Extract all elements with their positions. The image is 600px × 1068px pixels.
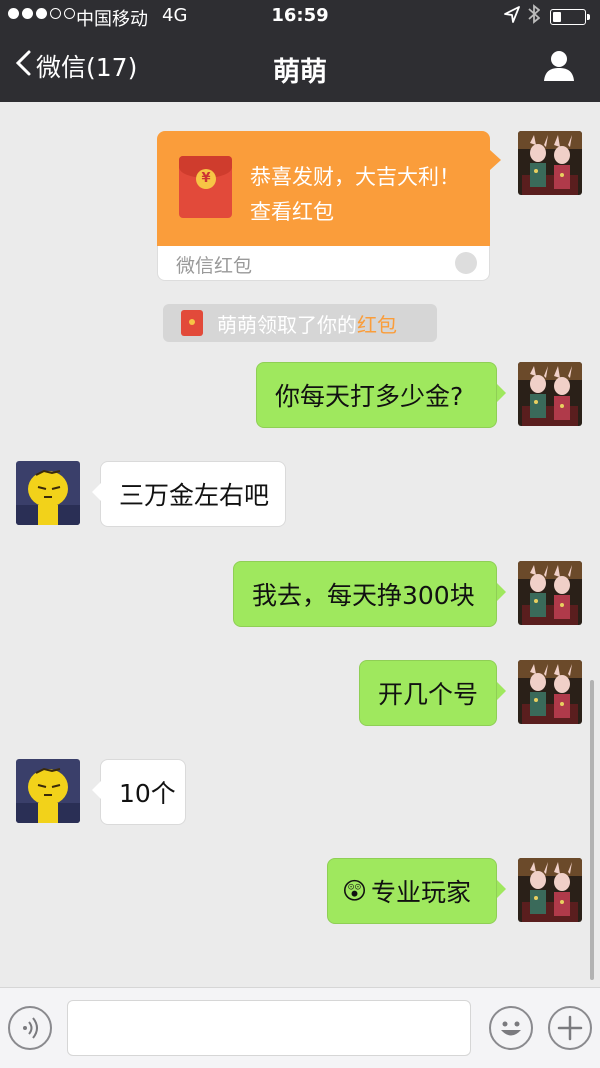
red-packet-link[interactable]: 红包 xyxy=(357,309,397,338)
red-packet-greeting: 恭喜发财，大吉大利！ xyxy=(250,165,460,189)
contact-avatar[interactable] xyxy=(16,759,80,823)
red-envelope-icon: ¥ xyxy=(179,156,232,218)
more-button[interactable] xyxy=(548,1006,592,1050)
bubble-tail xyxy=(497,583,506,601)
wechat-logo-icon xyxy=(455,252,477,274)
message-text: 开几个号 xyxy=(378,680,479,709)
red-packet-action: 查看红包 xyxy=(250,200,334,224)
voice-button[interactable] xyxy=(8,1006,52,1050)
red-packet-message[interactable]: ¥ 恭喜发财，大吉大利！ 查看红包 微信红包 xyxy=(157,131,490,281)
my-avatar[interactable] xyxy=(518,858,582,922)
voice-icon xyxy=(23,1017,38,1039)
bubble-tail xyxy=(497,682,506,700)
scrollbar[interactable] xyxy=(590,680,594,980)
red-packet-label: 微信红包 xyxy=(176,255,253,277)
message-text: 10个 xyxy=(119,779,176,808)
my-avatar[interactable] xyxy=(518,561,582,625)
message-bubble-sent[interactable]: 你每天打多少金? xyxy=(256,362,497,428)
battery-icon xyxy=(550,9,590,25)
my-avatar[interactable] xyxy=(518,660,582,724)
bubble-tail xyxy=(92,483,101,501)
input-bar xyxy=(0,987,600,1068)
bubble-tail xyxy=(497,880,506,898)
chat-title: 萌萌 xyxy=(273,57,327,88)
message-bubble-sent[interactable]: 开几个号 xyxy=(359,660,497,726)
smiley-icon xyxy=(501,1021,521,1036)
message-text: 你每天打多少金? xyxy=(275,382,464,411)
bubble-tail xyxy=(490,150,501,170)
red-packet-card: ¥ 恭喜发财，大吉大利！ 查看红包 xyxy=(157,131,490,246)
system-notice: 萌萌领取了你的 红包 xyxy=(163,304,437,342)
bubble-tail xyxy=(497,384,506,402)
message-bubble-sent[interactable]: 我去，每天挣300块 xyxy=(233,561,497,627)
emoji-button[interactable] xyxy=(489,1006,533,1050)
surprised-emoji-icon: 😲 xyxy=(342,877,368,905)
contact-avatar[interactable] xyxy=(16,461,80,525)
my-avatar[interactable] xyxy=(518,362,582,426)
red-envelope-icon xyxy=(181,310,203,336)
message-text: 专业玩家 xyxy=(371,878,472,907)
message-bubble-received[interactable]: 三万金左右吧 xyxy=(100,461,286,527)
red-packet-footer: 微信红包 xyxy=(157,246,490,281)
bubble-tail xyxy=(92,781,101,799)
plus-icon xyxy=(557,1015,583,1041)
status-bar: 中国移动 4G 16:59 xyxy=(0,0,600,34)
location-icon xyxy=(504,6,520,29)
person-icon[interactable] xyxy=(542,48,576,86)
bluetooth-icon xyxy=(528,4,541,29)
top-bar: 中国移动 4G 16:59 微信(17) 萌萌 xyxy=(0,0,600,102)
message-bubble-received[interactable]: 10个 xyxy=(100,759,186,825)
navigation-bar: 微信(17) 萌萌 xyxy=(0,34,600,102)
notice-text: 萌萌领取了你的 xyxy=(217,312,357,337)
message-text: 我去，每天挣300块 xyxy=(252,581,475,610)
message-input[interactable] xyxy=(67,1000,471,1056)
message-bubble-sent[interactable]: 😲 专业玩家 xyxy=(327,858,497,924)
my-avatar[interactable] xyxy=(518,131,582,195)
message-text: 三万金左右吧 xyxy=(119,481,270,510)
